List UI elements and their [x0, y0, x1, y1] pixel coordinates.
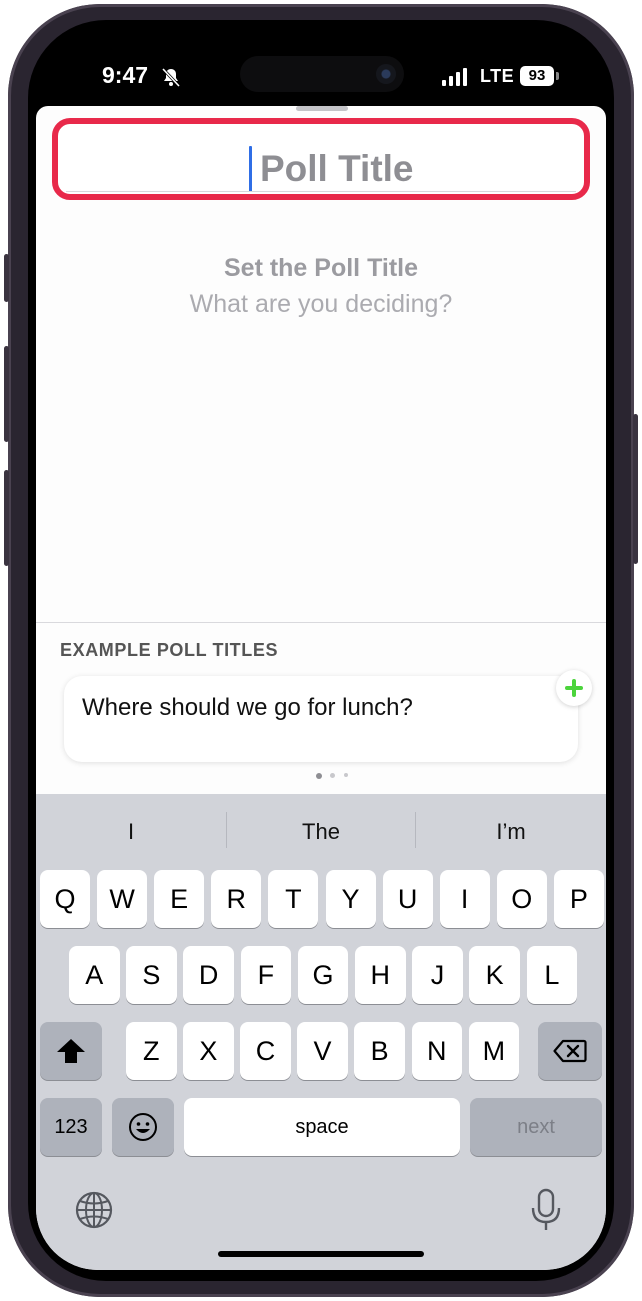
page-dot — [330, 773, 335, 778]
section-divider — [36, 622, 606, 623]
emoji-key[interactable] — [112, 1098, 174, 1156]
key-e[interactable]: E — [154, 870, 205, 928]
key-u[interactable]: U — [382, 870, 433, 928]
key-s[interactable]: S — [126, 946, 177, 1004]
examples-label: EXAMPLE POLL TITLES — [60, 640, 279, 660]
space-key[interactable]: space — [184, 1098, 460, 1156]
suggestion-1[interactable]: I — [36, 812, 226, 852]
key-p[interactable]: P — [553, 870, 604, 928]
input-underline — [66, 191, 576, 192]
volume-up-button — [4, 346, 9, 442]
status-time: 9:47 — [102, 62, 149, 88]
key-z[interactable]: Z — [126, 1022, 177, 1080]
power-button — [633, 414, 638, 564]
plus-icon[interactable] — [556, 670, 592, 706]
key-n[interactable]: N — [411, 1022, 462, 1080]
battery-tip — [556, 72, 559, 80]
page-dot-active — [316, 773, 322, 779]
mic-icon[interactable] — [526, 1188, 566, 1232]
key-c[interactable]: C — [240, 1022, 291, 1080]
key-q[interactable]: Q — [40, 870, 90, 928]
text-caret — [249, 146, 252, 192]
key-k[interactable]: K — [469, 946, 520, 1004]
key-f[interactable]: F — [240, 946, 292, 1004]
example-card[interactable]: Where should we go for lunch? — [64, 676, 578, 762]
suggestion-3[interactable]: I’m — [416, 812, 606, 852]
key-h[interactable]: H — [355, 946, 406, 1004]
volume-down-button — [4, 470, 9, 566]
page-dot — [344, 773, 348, 777]
key-i[interactable]: I — [439, 870, 490, 928]
key-j[interactable]: J — [412, 946, 463, 1004]
key-d[interactable]: D — [183, 946, 234, 1004]
battery-icon: 93 — [520, 66, 554, 86]
key-o[interactable]: O — [496, 870, 547, 928]
sheet-grabber[interactable] — [296, 106, 348, 111]
home-indicator — [218, 1251, 424, 1257]
key-m[interactable]: M — [468, 1022, 520, 1080]
shift-key[interactable] — [40, 1022, 102, 1080]
delete-key[interactable] — [538, 1022, 602, 1080]
set-title-subheading: What are you deciding? — [189, 290, 453, 318]
suggestion-2[interactable]: The — [227, 812, 415, 852]
emoji-icon — [129, 1113, 157, 1141]
poll-title-input[interactable]: Poll Title — [52, 118, 590, 200]
key-a[interactable]: A — [69, 946, 120, 1004]
set-title-heading: Set the Poll Title — [223, 254, 419, 282]
globe-icon[interactable] — [74, 1190, 114, 1230]
delete-icon — [553, 1039, 587, 1063]
next-key[interactable]: next — [470, 1098, 602, 1156]
poll-title-placeholder: Poll Title — [260, 148, 414, 189]
numbers-key[interactable]: 123 — [40, 1098, 102, 1156]
key-x[interactable]: X — [183, 1022, 234, 1080]
signal-icon — [442, 68, 467, 86]
key-b[interactable]: B — [354, 1022, 405, 1080]
dynamic-island — [240, 56, 404, 92]
example-text: Where should we go for lunch? — [82, 694, 413, 721]
screen: 9:47 LTE 93 Poll Title Set the Poll Titl… — [36, 32, 606, 1270]
bell-slash-icon — [161, 67, 181, 88]
key-g[interactable]: G — [297, 946, 349, 1004]
key-t[interactable]: T — [268, 870, 319, 928]
shift-icon — [57, 1039, 85, 1063]
action-button — [4, 254, 9, 302]
status-bar: 9:47 LTE 93 — [36, 32, 606, 112]
key-w[interactable]: W — [97, 870, 148, 928]
network-type: LTE — [480, 66, 515, 86]
key-y[interactable]: Y — [325, 870, 376, 928]
keyboard: I The I’m QWERTYUIOP ASDFGHJKL ZXCVBNM 1… — [36, 794, 606, 1270]
key-l[interactable]: L — [526, 946, 578, 1004]
camera-icon — [376, 64, 396, 84]
key-v[interactable]: V — [297, 1022, 348, 1080]
key-r[interactable]: R — [211, 870, 262, 928]
